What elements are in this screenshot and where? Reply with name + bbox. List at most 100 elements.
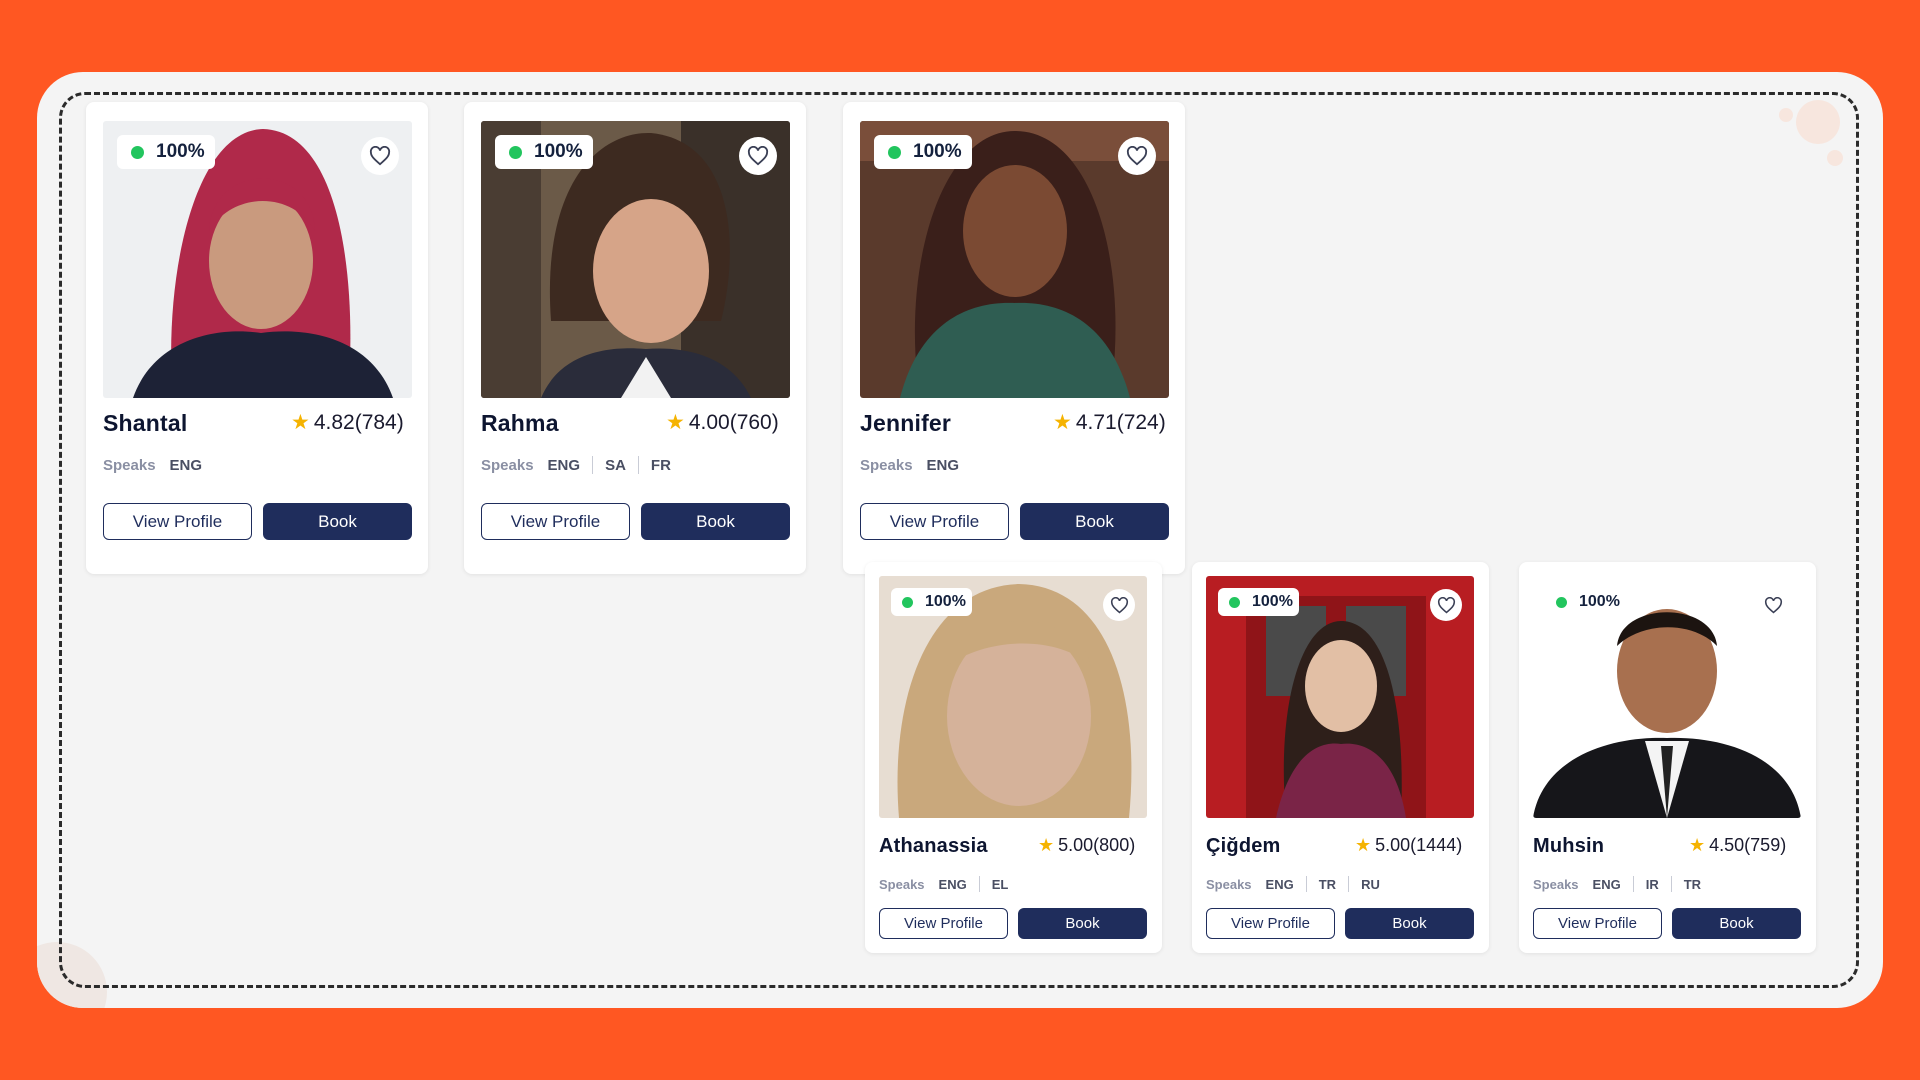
tutor-rating: ★ 4.00(760)	[666, 410, 779, 435]
favorite-button[interactable]	[1757, 589, 1789, 621]
speaks-row: Speaks ENG	[103, 456, 202, 474]
view-profile-button[interactable]: View Profile	[103, 503, 252, 540]
language-tag: ENG	[547, 456, 581, 474]
online-status: 100%	[891, 588, 972, 616]
online-dot-icon	[131, 145, 144, 159]
speaks-label: Speaks	[1206, 876, 1252, 892]
language-tag: TR	[1318, 876, 1337, 892]
online-status: 100%	[1545, 588, 1626, 616]
status-percent: 100%	[156, 141, 205, 162]
view-profile-button[interactable]: View Profile	[879, 908, 1008, 939]
language-separator	[1670, 876, 1672, 892]
language-tag: ENG	[938, 876, 967, 892]
language-separator	[592, 456, 594, 474]
language-tag: EL	[991, 876, 1009, 892]
favorite-button[interactable]	[1430, 589, 1462, 621]
rating-value: 4.82(784)	[313, 410, 404, 434]
online-dot-icon	[1229, 596, 1240, 608]
star-icon: ★	[1689, 835, 1706, 855]
book-button[interactable]: Book	[263, 503, 412, 540]
star-icon: ★	[1038, 835, 1055, 855]
language-tag: RU	[1361, 876, 1380, 892]
speaks-label: Speaks	[481, 456, 534, 474]
rating-value: 4.71(724)	[1075, 410, 1166, 434]
heart-outline-icon	[1126, 146, 1148, 166]
online-status: 100%	[495, 135, 593, 169]
status-percent: 100%	[925, 593, 966, 610]
speaks-row: Speaks ENG IR TR	[1533, 876, 1701, 892]
book-button[interactable]: Book	[1018, 908, 1147, 939]
language-tag: SA	[605, 456, 626, 474]
language-tag: ENG	[1265, 876, 1294, 892]
favorite-button[interactable]	[1103, 589, 1135, 621]
book-button[interactable]: Book	[1345, 908, 1474, 939]
tutor-rating: ★ 4.50(759)	[1689, 835, 1786, 856]
tutor-name: Rahma	[481, 410, 559, 436]
star-icon: ★	[1053, 411, 1072, 434]
language-tag: ENG	[926, 456, 960, 474]
status-percent: 100%	[913, 141, 962, 162]
heart-outline-icon	[1764, 596, 1782, 613]
online-status: 100%	[117, 135, 215, 169]
tutor-rating: ★ 4.71(724)	[1053, 410, 1166, 435]
online-status: 100%	[1218, 588, 1299, 616]
star-icon: ★	[1355, 835, 1372, 855]
tutor-name: Shantal	[103, 410, 188, 436]
speaks-label: Speaks	[1533, 876, 1579, 892]
rating-value: 4.00(760)	[688, 410, 779, 434]
rating-value: 5.00(1444)	[1375, 835, 1463, 855]
status-percent: 100%	[1252, 593, 1293, 610]
star-icon: ★	[291, 411, 310, 434]
status-percent: 100%	[1579, 593, 1620, 610]
tutor-name: Muhsin	[1533, 835, 1605, 857]
tutor-board: 100% Shantal ★ 4.82(784) Speaks ENG View…	[37, 72, 1883, 1008]
online-dot-icon	[902, 596, 913, 608]
language-separator	[1348, 876, 1350, 892]
rating-value: 4.50(759)	[1709, 835, 1787, 855]
view-profile-button[interactable]: View Profile	[1206, 908, 1335, 939]
language-tag: ENG	[1592, 876, 1621, 892]
view-profile-button[interactable]: View Profile	[481, 503, 630, 540]
speaks-row: Speaks ENG	[860, 456, 959, 474]
language-separator	[978, 876, 980, 892]
view-profile-button[interactable]: View Profile	[860, 503, 1009, 540]
favorite-button[interactable]	[361, 137, 399, 175]
tutor-card: 100% Shantal ★ 4.82(784) Speaks ENG View…	[86, 102, 428, 574]
tutor-rating: ★ 5.00(1444)	[1355, 835, 1462, 856]
tutor-name: Jennifer	[860, 410, 952, 436]
tutor-name: Athanassia	[879, 835, 988, 857]
language-separator	[1305, 876, 1307, 892]
speaks-label: Speaks	[860, 456, 913, 474]
language-tag: ENG	[169, 456, 203, 474]
book-button[interactable]: Book	[1672, 908, 1801, 939]
favorite-button[interactable]	[1118, 137, 1156, 175]
speaks-row: Speaks ENG TR RU	[1206, 876, 1380, 892]
online-dot-icon	[888, 145, 901, 159]
book-button[interactable]: Book	[641, 503, 790, 540]
online-dot-icon	[509, 145, 522, 159]
language-tag: IR	[1645, 876, 1659, 892]
online-status: 100%	[874, 135, 972, 169]
heart-outline-icon	[1110, 596, 1128, 613]
status-percent: 100%	[534, 141, 583, 162]
tutor-card: 100% Athanassia ★ 5.00(800) Speaks ENG E…	[865, 562, 1162, 953]
rating-value: 5.00(800)	[1058, 835, 1136, 855]
heart-outline-icon	[1437, 596, 1455, 613]
book-button[interactable]: Book	[1020, 503, 1169, 540]
tutor-name: Çiğdem	[1206, 835, 1281, 857]
tutor-rating: ★ 5.00(800)	[1038, 835, 1135, 856]
tutor-card: 100% Rahma ★ 4.00(760) Speaks ENG SA FR …	[464, 102, 806, 574]
language-tag: FR	[650, 456, 671, 474]
tutor-card: 100% Çiğdem ★ 5.00(1444) Speaks ENG TR R…	[1192, 562, 1489, 953]
speaks-row: Speaks ENG SA FR	[481, 456, 671, 474]
view-profile-button[interactable]: View Profile	[1533, 908, 1662, 939]
speaks-label: Speaks	[103, 456, 156, 474]
tutor-card: 100% Jennifer ★ 4.71(724) Speaks ENG Vie…	[843, 102, 1185, 574]
heart-outline-icon	[747, 146, 769, 166]
tutor-rating: ★ 4.82(784)	[291, 410, 404, 435]
online-dot-icon	[1556, 596, 1567, 608]
speaks-row: Speaks ENG EL	[879, 876, 1008, 892]
speaks-label: Speaks	[879, 876, 925, 892]
star-icon: ★	[666, 411, 685, 434]
favorite-button[interactable]	[739, 137, 777, 175]
